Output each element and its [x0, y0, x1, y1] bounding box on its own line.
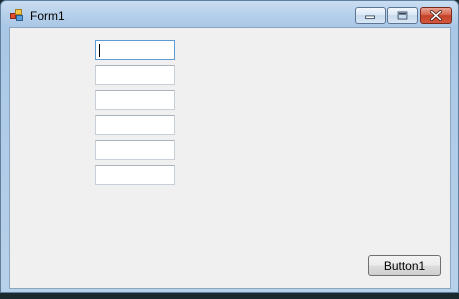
- form-client-area: Button1: [9, 27, 451, 289]
- text-box-2[interactable]: [95, 65, 175, 85]
- close-icon: [430, 10, 442, 21]
- minimize-button[interactable]: [355, 7, 386, 24]
- text-box-3[interactable]: [95, 90, 175, 110]
- maximize-icon: [397, 11, 408, 20]
- close-button[interactable]: [420, 7, 452, 24]
- title-bar[interactable]: Form1: [1, 1, 458, 27]
- text-caret: [99, 44, 100, 57]
- form-window: Form1 Button1: [0, 0, 459, 293]
- maximize-button[interactable]: [387, 7, 418, 24]
- minimize-icon: [365, 15, 375, 20]
- text-box-1[interactable]: [95, 40, 175, 60]
- app-icon[interactable]: [10, 9, 24, 21]
- text-box-4[interactable]: [95, 115, 175, 135]
- window-title: Form1: [30, 9, 65, 23]
- text-box-6[interactable]: [95, 165, 175, 185]
- text-box-5[interactable]: [95, 140, 175, 160]
- button1[interactable]: Button1: [368, 255, 441, 276]
